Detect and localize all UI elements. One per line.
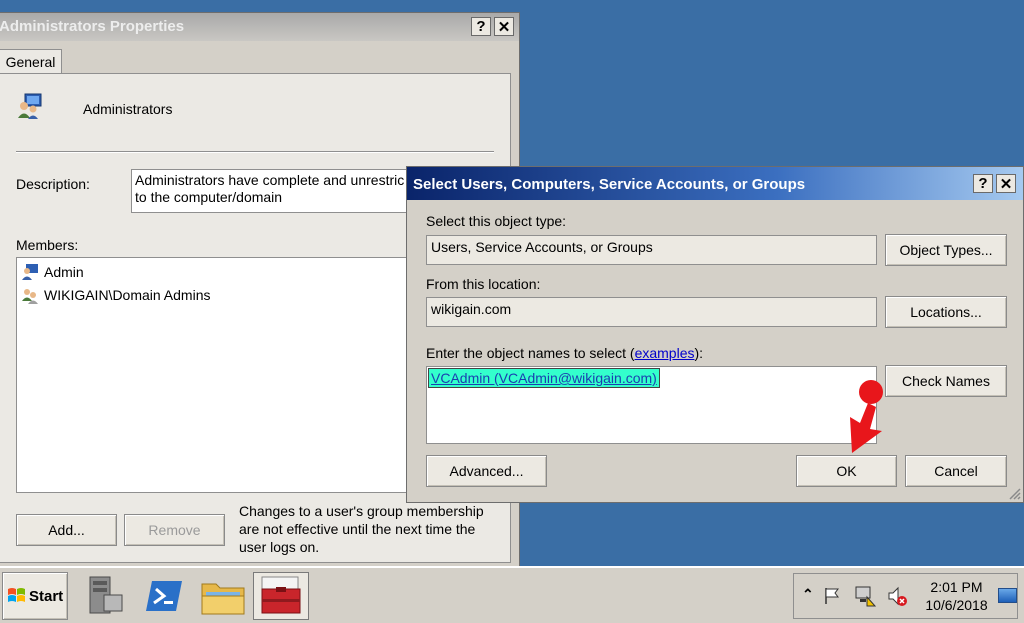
cancel-button[interactable]: Cancel xyxy=(905,455,1007,487)
help-button[interactable]: ? xyxy=(471,17,491,36)
membership-note: Changes to a user's group membership are… xyxy=(239,503,484,555)
group-icon xyxy=(16,92,44,120)
admin-window-title: Administrators Properties xyxy=(0,18,185,35)
description-label: Description: xyxy=(16,176,90,192)
select-users-dialog: Select Users, Computers, Service Account… xyxy=(406,166,1024,503)
help-button[interactable]: ? xyxy=(973,174,993,193)
close-button[interactable]: ✕ xyxy=(996,174,1016,193)
windows-logo-icon xyxy=(8,588,25,602)
show-desktop-icon[interactable] xyxy=(998,588,1017,603)
object-names-input[interactable]: VCAdmin (VCAdmin@wikigain.com) xyxy=(426,366,877,444)
location-field: wikigain.com xyxy=(426,297,877,327)
tab-general[interactable]: General xyxy=(0,49,62,74)
add-button[interactable]: Add... xyxy=(16,514,117,546)
list-item[interactable]: WIKIGAIN\Domain Admins xyxy=(21,286,211,304)
ok-button[interactable]: OK xyxy=(796,455,897,487)
explorer-icon[interactable] xyxy=(200,576,246,616)
toolbox-icon[interactable] xyxy=(253,572,309,620)
separator xyxy=(16,151,494,153)
start-button[interactable]: Start xyxy=(2,572,68,620)
server-manager-icon[interactable] xyxy=(84,573,128,617)
object-type-field: Users, Service Accounts, or Groups xyxy=(426,235,877,265)
admin-window-titlebar[interactable]: Administrators Properties ? ✕ xyxy=(0,13,519,41)
object-type-label: Select this object type: xyxy=(426,213,567,229)
check-names-button[interactable]: Check Names xyxy=(885,365,1007,397)
remove-button[interactable]: Remove xyxy=(124,514,225,546)
selected-name: VCAdmin (VCAdmin@wikigain.com) xyxy=(428,368,660,388)
object-types-button[interactable]: Object Types... xyxy=(885,234,1007,266)
show-hidden-icons-icon[interactable]: ⌃ xyxy=(802,586,814,603)
clock-date: 10/6/2018 xyxy=(925,597,988,613)
clock-time: 2:01 PM xyxy=(930,579,983,595)
pointer-arrow-icon xyxy=(850,380,883,453)
members-list[interactable]: Admin WIKIGAIN\Domain Admins xyxy=(16,257,436,493)
examples-link[interactable]: examples xyxy=(635,345,695,361)
powershell-icon[interactable] xyxy=(144,577,184,615)
clock[interactable]: 2:01 PM 10/6/2018 xyxy=(919,578,994,614)
group-icon xyxy=(22,289,38,304)
list-item[interactable]: Admin xyxy=(21,263,84,281)
action-center-flag-icon[interactable] xyxy=(822,586,842,606)
resize-grip-icon[interactable] xyxy=(1007,486,1021,500)
network-icon[interactable] xyxy=(854,585,876,607)
advanced-button[interactable]: Advanced... xyxy=(426,455,547,487)
members-label: Members: xyxy=(16,237,79,253)
locations-button[interactable]: Locations... xyxy=(885,296,1007,328)
location-label: From this location: xyxy=(426,276,541,292)
close-button[interactable]: ✕ xyxy=(494,17,514,36)
taskbar: Start ⌃ 2:01 PM 10/6/2018 xyxy=(0,566,1024,623)
object-names-label: Enter the object names to select (exampl… xyxy=(426,345,704,361)
select-dialog-titlebar[interactable]: Select Users, Computers, Service Account… xyxy=(407,167,1023,200)
user-icon xyxy=(22,264,38,280)
group-name: Administrators xyxy=(83,101,173,117)
volume-muted-icon[interactable] xyxy=(886,585,908,607)
select-dialog-title: Select Users, Computers, Service Account… xyxy=(413,176,806,193)
notification-area: ⌃ 2:01 PM 10/6/2018 xyxy=(793,573,1018,619)
